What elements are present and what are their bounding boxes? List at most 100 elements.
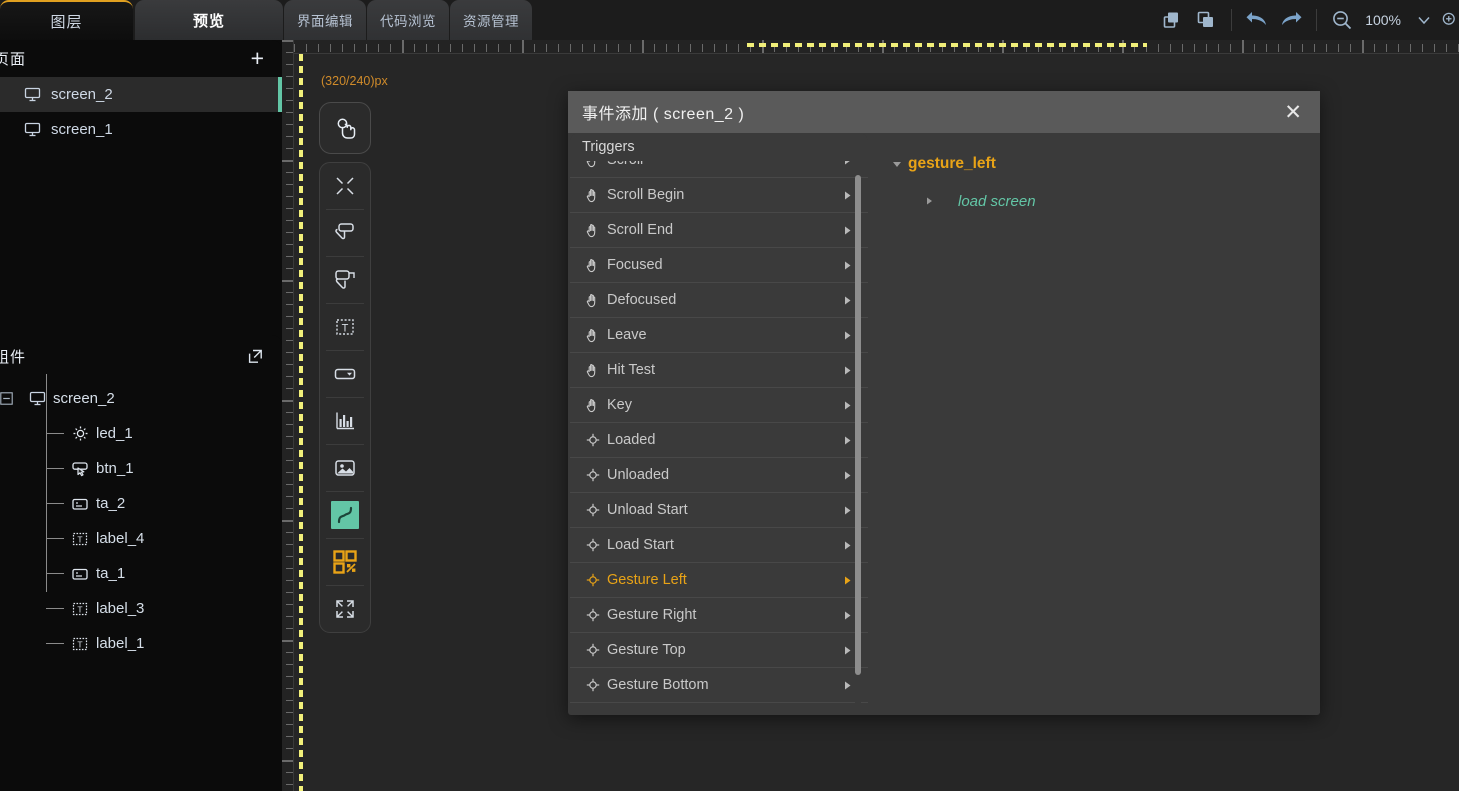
tab-code-view[interactable]: 代码浏览	[367, 0, 449, 40]
trigger-item-gesture-left[interactable]: Gesture Left	[570, 563, 868, 598]
trigger-item-gesture-bottom[interactable]: Gesture Bottom	[570, 668, 868, 703]
ruler-tick	[1338, 44, 1339, 52]
ruler-tick	[286, 592, 293, 593]
ruler-tick	[426, 44, 427, 52]
trigger-item-scroll-end[interactable]: Scroll End	[570, 213, 868, 248]
caret-right-icon[interactable]	[840, 365, 854, 376]
curve-widget-icon[interactable]	[320, 492, 370, 538]
zoom-out-icon[interactable]	[1325, 3, 1359, 37]
triggers-scroll-area[interactable]: Scroll Scroll Begin Scroll End Focused Defoc…	[570, 161, 868, 713]
tree-node-label-1[interactable]: T label_1	[0, 626, 282, 661]
page-item-screen-1[interactable]: screen_1	[0, 112, 282, 147]
caret-right-icon[interactable]	[840, 400, 854, 411]
tree-elbow	[46, 468, 64, 469]
triggers-scrollbar-thumb[interactable]	[855, 175, 861, 675]
zoom-level-label[interactable]: 100%	[1359, 12, 1407, 28]
trigger-item-unload-start[interactable]: Unload Start	[570, 493, 868, 528]
button-widget-icon[interactable]	[320, 210, 370, 256]
minus-box-icon[interactable]	[0, 392, 16, 405]
text-label-icon: T	[68, 635, 92, 653]
image-widget-icon[interactable]	[320, 445, 370, 491]
caret-right-icon[interactable]	[840, 330, 854, 341]
external-link-icon[interactable]	[247, 348, 264, 365]
trigger-item-label: Scroll Begin	[607, 187, 685, 203]
triggers-header: Triggers	[570, 133, 868, 161]
page-item-screen-2[interactable]: screen_2	[0, 77, 282, 112]
zoom-in-icon[interactable]	[1441, 3, 1459, 37]
chart-widget-icon[interactable]	[320, 398, 370, 444]
caret-right-icon[interactable]	[840, 540, 854, 551]
tree-node-screen-2[interactable]: screen_2	[0, 381, 282, 416]
tab-resource-manager[interactable]: 资源管理	[450, 0, 532, 40]
trigger-item-unloaded[interactable]: Unloaded	[570, 458, 868, 493]
undo-icon[interactable]	[1240, 3, 1274, 37]
trigger-item-gesture-top[interactable]: Gesture Top	[570, 633, 868, 668]
imgbutton-widget-icon[interactable]	[320, 257, 370, 303]
caret-right-icon[interactable]	[840, 260, 854, 271]
tree-node-ta-2[interactable]: ta_2	[0, 486, 282, 521]
trigger-item-focused[interactable]: Focused	[570, 248, 868, 283]
trigger-item-load-start[interactable]: Load Start	[570, 528, 868, 563]
dropdown-widget-icon[interactable]	[320, 351, 370, 397]
tree-node-led-1[interactable]: led_1	[0, 416, 282, 451]
caret-right-icon[interactable]	[840, 505, 854, 516]
collapse-tool-icon[interactable]	[320, 163, 370, 209]
caret-right-icon[interactable]	[840, 575, 854, 586]
caret-right-icon[interactable]	[840, 295, 854, 306]
tree-node-label: label_4	[96, 530, 145, 547]
trigger-item-scroll[interactable]: Scroll	[570, 161, 868, 178]
tab-preview[interactable]: 预览	[135, 0, 283, 40]
caret-right-icon[interactable]	[840, 610, 854, 621]
trigger-item-gesture-right[interactable]: Gesture Right	[570, 598, 868, 633]
ruler-tick	[438, 44, 439, 52]
close-icon[interactable]: ✕	[1280, 102, 1306, 123]
ruler-tick	[474, 44, 475, 52]
caret-right-icon[interactable]	[840, 190, 854, 201]
pointer-tool-icon[interactable]	[319, 102, 371, 154]
ruler-tick	[1170, 44, 1171, 52]
caret-down-icon[interactable]	[886, 158, 908, 170]
trigger-item-loaded[interactable]: Loaded	[570, 423, 868, 458]
caret-right-icon[interactable]	[918, 195, 940, 207]
caret-right-icon[interactable]	[840, 470, 854, 481]
crosshair-icon	[582, 643, 604, 657]
components-panel-header: 组件	[0, 335, 282, 377]
chevron-down-icon[interactable]	[1407, 3, 1441, 37]
trigger-item-hit-test[interactable]: Hit Test	[570, 353, 868, 388]
dialog-header[interactable]: 事件添加 ( screen_2 ) ✕	[568, 91, 1320, 133]
caret-right-icon[interactable]	[840, 225, 854, 236]
tree-node-ta-1[interactable]: ta_1	[0, 556, 282, 591]
paste-icon[interactable]	[1189, 3, 1223, 37]
caret-right-icon[interactable]	[840, 645, 854, 656]
action-node-gesture-left[interactable]: gesture_left	[868, 147, 1320, 181]
trigger-item-defocused[interactable]: Defocused	[570, 283, 868, 318]
tree-node-label-3[interactable]: T label_3	[0, 591, 282, 626]
copy-icon[interactable]	[1155, 3, 1189, 37]
ruler-tick	[286, 112, 293, 113]
fullscreen-icon[interactable]	[320, 586, 370, 632]
caret-right-icon[interactable]	[840, 435, 854, 446]
canvas-dimension-label: (320/240)px	[321, 74, 388, 88]
triggers-panel: Triggers Scroll Scroll Begin Scroll End Foc…	[570, 133, 868, 713]
tree-node-label-4[interactable]: T label_4	[0, 521, 282, 556]
crosshair-icon	[582, 503, 604, 517]
trigger-item-leave[interactable]: Leave	[570, 318, 868, 353]
hand-icon	[582, 293, 604, 308]
action-node-load-screen[interactable]: load screen	[868, 184, 1320, 218]
caret-right-icon[interactable]	[840, 161, 854, 166]
trigger-item-scroll-begin[interactable]: Scroll Begin	[570, 178, 868, 213]
ruler-tick	[286, 256, 293, 257]
add-page-button[interactable]: +	[251, 47, 264, 70]
trigger-item-key[interactable]: Key	[570, 388, 868, 423]
trigger-item-label: Leave	[607, 327, 647, 343]
text-widget-icon[interactable]: T	[320, 304, 370, 350]
qrcode-widget-icon[interactable]	[320, 539, 370, 585]
vertical-ruler[interactable]	[282, 40, 294, 791]
hand-icon	[582, 398, 604, 413]
tab-ui-edit[interactable]: 界面编辑	[284, 0, 366, 40]
tab-layers[interactable]: 图层	[0, 0, 133, 40]
tree-elbow	[46, 573, 64, 574]
caret-right-icon[interactable]	[840, 680, 854, 691]
redo-icon[interactable]	[1274, 3, 1308, 37]
tree-node-btn-1[interactable]: btn_1	[0, 451, 282, 486]
